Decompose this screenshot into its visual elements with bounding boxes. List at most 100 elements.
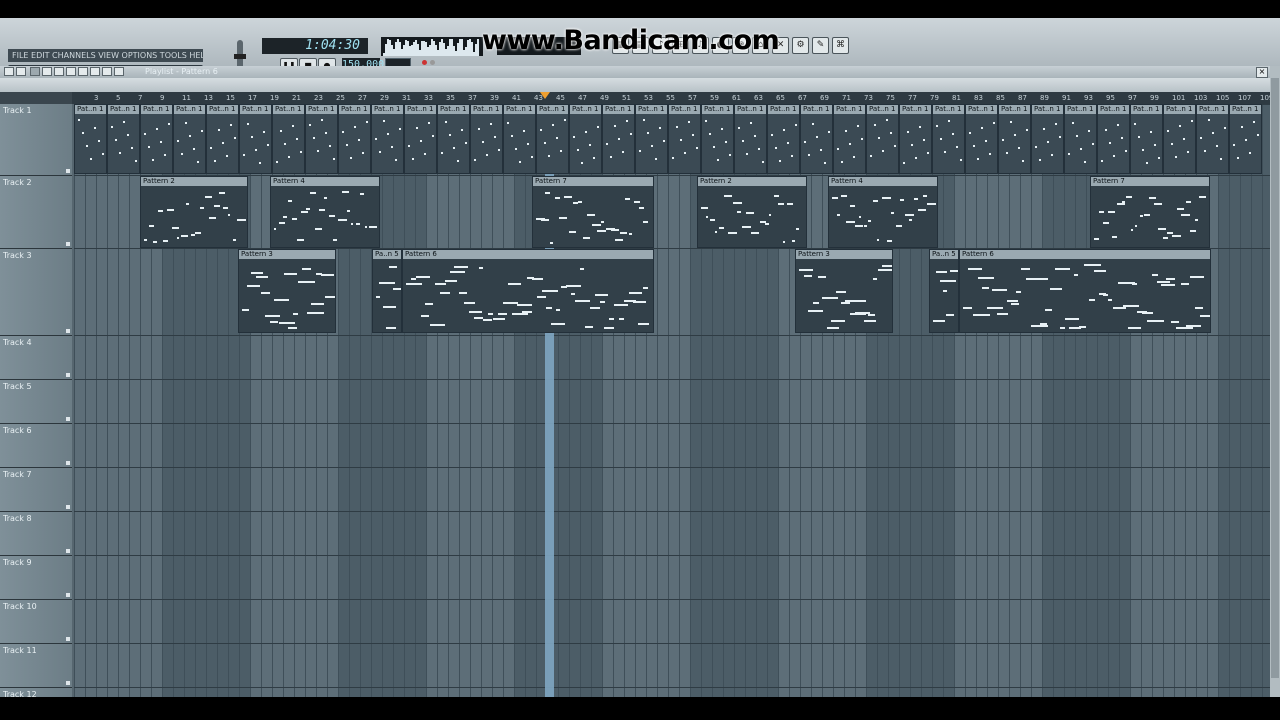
pattern-clip[interactable]: Pa..n 5 bbox=[929, 249, 959, 333]
menu-bar[interactable]: FILE EDIT CHANNELS VIEW OPTIONS TOOLS HE… bbox=[8, 49, 203, 62]
note bbox=[306, 312, 324, 314]
clip-label: Pat..n 1 bbox=[1065, 105, 1096, 114]
pattern-clip[interactable]: Pat..n 1 bbox=[470, 104, 503, 174]
note bbox=[185, 122, 187, 124]
note bbox=[189, 135, 191, 137]
menu-icon[interactable] bbox=[4, 67, 14, 76]
beat-line bbox=[987, 104, 988, 697]
zoom-tool-icon[interactable] bbox=[102, 67, 112, 76]
beat-line bbox=[1020, 104, 1021, 697]
playlist-grid[interactable]: Pat..n 1 Pat..n 1 Pat..n 1 Pat..n 1 Pat..n 1… bbox=[74, 104, 1270, 697]
track-header[interactable]: Track 5 bbox=[0, 380, 72, 424]
track-resize-handle[interactable] bbox=[66, 593, 70, 597]
pattern-clip[interactable]: Pat..n 1 bbox=[74, 104, 107, 174]
pattern-clip[interactable]: Pat..n 1 bbox=[173, 104, 206, 174]
pattern-clip[interactable]: Pat..n 1 bbox=[932, 104, 965, 174]
pattern-clip[interactable]: Pat..n 1 bbox=[701, 104, 734, 174]
pattern-clip[interactable]: Pat..n 1 bbox=[1130, 104, 1163, 174]
track-header[interactable]: Track 1 bbox=[0, 104, 72, 176]
pattern-clip[interactable]: Pattern 4 bbox=[270, 176, 380, 248]
playlist-title-bar[interactable]: Playlist - Pattern 6 × bbox=[0, 66, 1270, 78]
pattern-clip[interactable]: Pat..n 1 bbox=[1163, 104, 1196, 174]
pattern-clip[interactable]: Pat..n 1 bbox=[668, 104, 701, 174]
pattern-clip[interactable]: Pat..n 1 bbox=[305, 104, 338, 174]
pattern-clip[interactable]: Pattern 4 bbox=[828, 176, 938, 248]
pattern-clip[interactable]: Pat..n 1 bbox=[206, 104, 239, 174]
pattern-clip[interactable]: Pat..n 1 bbox=[140, 104, 173, 174]
track-header[interactable]: Track 8 bbox=[0, 512, 72, 556]
pattern-clip[interactable]: Pattern 3 bbox=[795, 249, 893, 333]
pattern-clip[interactable]: Pat..n 1 bbox=[107, 104, 140, 174]
select-tool-icon[interactable] bbox=[90, 67, 100, 76]
pattern-clip[interactable]: Pat..n 1 bbox=[1064, 104, 1097, 174]
pattern-clip[interactable]: Pa..n 5 bbox=[372, 249, 402, 333]
window-shortcut-icon[interactable]: ✎ bbox=[812, 37, 829, 54]
window-shortcut-icon[interactable]: ⌘ bbox=[832, 37, 849, 54]
pattern-clip[interactable]: Pattern 2 bbox=[697, 176, 807, 248]
track-resize-handle[interactable] bbox=[66, 681, 70, 685]
track-header[interactable]: Track 3 bbox=[0, 249, 72, 336]
vertical-scroll-thumb[interactable] bbox=[1271, 78, 1279, 678]
track-header[interactable]: Track 4 bbox=[0, 336, 72, 380]
track-resize-handle[interactable] bbox=[66, 505, 70, 509]
pattern-clip[interactable]: Pat..n 1 bbox=[272, 104, 305, 174]
timeline-ruler[interactable]: 3 5 7 9 11 13 15 17 19 21 23 25 27 29 31 33 35 37 39 41 43 45… bbox=[72, 92, 1273, 104]
track-header[interactable]: Track 2 bbox=[0, 176, 72, 249]
delete-tool-icon[interactable] bbox=[54, 67, 64, 76]
pattern-clip[interactable]: Pat..n 1 bbox=[1097, 104, 1130, 174]
pattern-clip[interactable]: Pat..n 1 bbox=[569, 104, 602, 174]
pattern-clip[interactable]: Pat..n 1 bbox=[1196, 104, 1229, 174]
pattern-clip[interactable]: Pat..n 1 bbox=[998, 104, 1031, 174]
pattern-clip[interactable]: Pat..n 1 bbox=[734, 104, 767, 174]
pattern-clip[interactable]: Pat..n 1 bbox=[635, 104, 668, 174]
pattern-clip[interactable]: Pat..n 1 bbox=[404, 104, 437, 174]
pattern-clip[interactable]: Pat..n 1 bbox=[338, 104, 371, 174]
window-shortcut-icon[interactable]: ⚙ bbox=[792, 37, 809, 54]
pattern-clip[interactable]: Pat..n 1 bbox=[899, 104, 932, 174]
track-resize-handle[interactable] bbox=[66, 461, 70, 465]
track-resize-handle[interactable] bbox=[66, 373, 70, 377]
paint-tool-icon[interactable] bbox=[42, 67, 52, 76]
pattern-clip[interactable]: Pat..n 1 bbox=[965, 104, 998, 174]
pattern-clip[interactable]: Pattern 6 bbox=[402, 249, 654, 333]
pattern-clip[interactable]: Pattern 6 bbox=[959, 249, 1211, 333]
playback-tool-icon[interactable] bbox=[114, 67, 124, 76]
note bbox=[578, 201, 582, 203]
track-header[interactable]: Track 7 bbox=[0, 468, 72, 512]
slice-tool-icon[interactable] bbox=[78, 67, 88, 76]
pattern-clip[interactable]: Pat..n 1 bbox=[602, 104, 635, 174]
draw-tool-icon[interactable] bbox=[30, 67, 40, 76]
track-resize-handle[interactable] bbox=[66, 417, 70, 421]
track-header[interactable]: Track 11 bbox=[0, 644, 72, 688]
track-header[interactable]: Track 6 bbox=[0, 424, 72, 468]
minimize-icon[interactable] bbox=[16, 67, 26, 76]
mute-tool-icon[interactable] bbox=[66, 67, 76, 76]
vertical-scrollbar[interactable] bbox=[1270, 66, 1280, 697]
pattern-clip[interactable]: Pattern 7 bbox=[532, 176, 654, 248]
track-resize-handle[interactable] bbox=[66, 242, 70, 246]
pattern-clip[interactable]: Pat..n 1 bbox=[800, 104, 833, 174]
track-resize-handle[interactable] bbox=[66, 549, 70, 553]
pattern-clip[interactable]: Pat..n 1 bbox=[371, 104, 404, 174]
pattern-clip[interactable]: Pat..n 1 bbox=[833, 104, 866, 174]
pattern-clip[interactable]: Pat..n 1 bbox=[866, 104, 899, 174]
pattern-clip[interactable]: Pattern 2 bbox=[140, 176, 248, 248]
track-resize-handle[interactable] bbox=[66, 329, 70, 333]
pattern-clip[interactable]: Pat..n 1 bbox=[1229, 104, 1262, 174]
close-icon[interactable]: × bbox=[1256, 67, 1268, 78]
pattern-clip[interactable]: Pat..n 1 bbox=[767, 104, 800, 174]
ruler-tick-label: 53 bbox=[644, 94, 653, 102]
track-header[interactable]: Track 10 bbox=[0, 600, 72, 644]
track-resize-handle[interactable] bbox=[66, 169, 70, 173]
pattern-clip[interactable]: Pat..n 1 bbox=[1031, 104, 1064, 174]
pattern-clip[interactable]: Pat..n 1 bbox=[503, 104, 536, 174]
pattern-clip[interactable]: Pattern 7 bbox=[1090, 176, 1210, 248]
track-header[interactable]: Track 9 bbox=[0, 556, 72, 600]
note bbox=[259, 162, 261, 164]
pattern-clip[interactable]: Pat..n 1 bbox=[437, 104, 470, 174]
pattern-clip[interactable]: Pat..n 1 bbox=[239, 104, 272, 174]
track-resize-handle[interactable] bbox=[66, 637, 70, 641]
pattern-clip[interactable]: Pat..n 1 bbox=[536, 104, 569, 174]
pattern-clip[interactable]: Pattern 3 bbox=[238, 249, 336, 333]
note bbox=[1040, 323, 1048, 325]
